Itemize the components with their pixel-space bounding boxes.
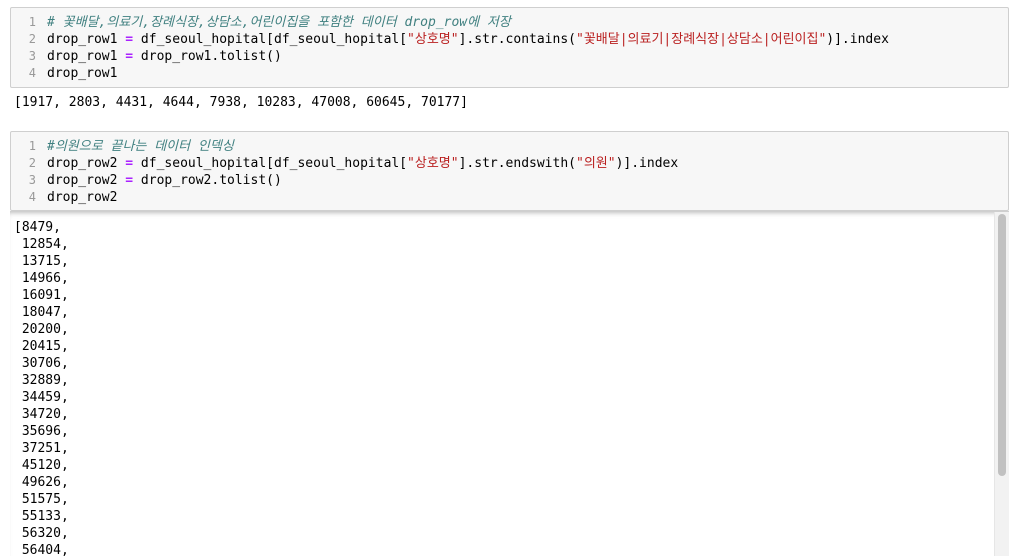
output-line: 34459,	[14, 390, 69, 405]
code-token: =	[125, 49, 134, 64]
output-line: 45120,	[14, 458, 69, 473]
code-token: =	[125, 32, 134, 47]
code-editor-1[interactable]: 1 # 꽃배달,의료기,장례식장,상담소,어린이집을 포함한 데이터 drop_r…	[11, 14, 1008, 82]
code-cell-2[interactable]: 1 #의원으로 끝나는 데이터 인덱싱 2 drop_row2 = df_seoul_…	[10, 131, 1009, 211]
output-line: 56404,	[14, 543, 69, 556]
code-token: drop_row2	[47, 173, 126, 188]
code-token: # 꽃배달,의료기,장례식장,상담소,어린이집을 포함한 데이터 drop_ro…	[47, 15, 511, 30]
output-line: 37251,	[14, 441, 69, 456]
line-number: 3	[28, 49, 36, 63]
code-token: drop_row1	[47, 32, 126, 47]
line-number: 4	[28, 190, 36, 204]
code-token: df_seoul_hopital[df_seoul_hopital[	[133, 156, 408, 171]
code-editor-2[interactable]: 1 #의원으로 끝나는 데이터 인덱싱 2 drop_row2 = df_seoul_…	[11, 138, 1008, 206]
output-line: 56320,	[14, 526, 69, 541]
code-text: drop_row1	[47, 65, 117, 82]
code-token: #의원으로 끝나는 데이터 인덱싱	[47, 139, 234, 154]
code-line: 1 #의원으로 끝나는 데이터 인덱싱	[11, 138, 1008, 155]
output-line: 49626,	[14, 475, 69, 490]
code-token: df_seoul_hopital[df_seoul_hopital[	[133, 32, 408, 47]
output-line: 16091,	[14, 288, 69, 303]
code-token: drop_row2.tolist()	[133, 173, 282, 188]
output-scrollbar[interactable]	[994, 212, 1009, 556]
output-line: 34720,	[14, 407, 69, 422]
code-cell-1[interactable]: 1 # 꽃배달,의료기,장례식장,상담소,어린이집을 포함한 데이터 drop_r…	[10, 7, 1009, 88]
code-line: 4 drop_row2	[11, 189, 1008, 206]
code-token: "의원"	[576, 156, 616, 171]
line-number: 4	[28, 66, 36, 80]
code-line: 2 drop_row2 = df_seoul_hopital[df_seoul_h…	[11, 155, 1008, 172]
code-token: "상호명"	[407, 32, 459, 47]
output-line: 13715,	[14, 254, 69, 269]
code-text: drop_row1 = df_seoul_hopital[df_seoul_ho…	[47, 31, 889, 48]
cell-2-output-scroll-area[interactable]: [8479, 12854, 13715, 14966, 16091, 18047…	[10, 211, 1009, 556]
cell-1-output: [1917, 2803, 4431, 4644, 7938, 10283, 47…	[14, 95, 468, 110]
code-text: drop_row2 = drop_row2.tolist()	[47, 172, 282, 189]
output-line: 14966,	[14, 271, 69, 286]
code-token: "상호명"	[407, 156, 459, 171]
code-text: # 꽃배달,의료기,장례식장,상담소,어린이집을 포함한 데이터 drop_ro…	[47, 14, 511, 31]
output-line: [8479,	[14, 220, 61, 235]
code-token: )].index	[615, 156, 679, 171]
code-text: drop_row1 = drop_row1.tolist()	[47, 48, 282, 65]
code-token: =	[125, 173, 134, 188]
line-number: 3	[28, 173, 36, 187]
output-scrollbar-thumb[interactable]	[998, 214, 1006, 476]
output-line: 35696,	[14, 424, 69, 439]
code-line: 4 drop_row1	[11, 65, 1008, 82]
output-line: 32889,	[14, 373, 69, 388]
output-line: 20200,	[14, 322, 69, 337]
code-token: drop_row1	[47, 49, 126, 64]
code-token: drop_row2	[47, 190, 118, 205]
output-line: 12854,	[14, 237, 69, 252]
code-token: "꽃배달|의료기|장례식장|상담소|어린이집"	[576, 32, 827, 47]
line-number: 1	[28, 139, 36, 153]
output-line: 55133,	[14, 509, 69, 524]
output-line: 18047,	[14, 305, 69, 320]
line-number: 2	[28, 32, 36, 46]
code-token: )].index	[826, 32, 889, 47]
code-token: ].str.endswith(	[458, 156, 576, 171]
code-line: 2 drop_row1 = df_seoul_hopital[df_seoul_h…	[11, 31, 1008, 48]
code-token: drop_row1.tolist()	[133, 49, 282, 64]
output-line: 20415,	[14, 339, 69, 354]
code-token: ].str.contains(	[458, 32, 576, 47]
output-line: 30706,	[14, 356, 69, 371]
line-number: 2	[28, 156, 36, 170]
code-token: drop_row2	[47, 156, 126, 171]
code-text: drop_row2	[47, 189, 117, 206]
code-line: 3 drop_row1 = drop_row1.tolist()	[11, 48, 1008, 65]
code-line: 3 drop_row2 = drop_row2.tolist()	[11, 172, 1008, 189]
code-line: 1 # 꽃배달,의료기,장례식장,상담소,어린이집을 포함한 데이터 drop_r…	[11, 14, 1008, 31]
output-line: 51575,	[14, 492, 69, 507]
code-text: drop_row2 = df_seoul_hopital[df_seoul_ho…	[47, 155, 678, 172]
line-number: 1	[28, 15, 36, 29]
code-token: drop_row1	[47, 66, 118, 81]
code-token: =	[125, 156, 134, 171]
code-text: #의원으로 끝나는 데이터 인덱싱	[47, 138, 234, 155]
cell-2-output: [8479, 12854, 13715, 14966, 16091, 18047…	[14, 219, 69, 556]
